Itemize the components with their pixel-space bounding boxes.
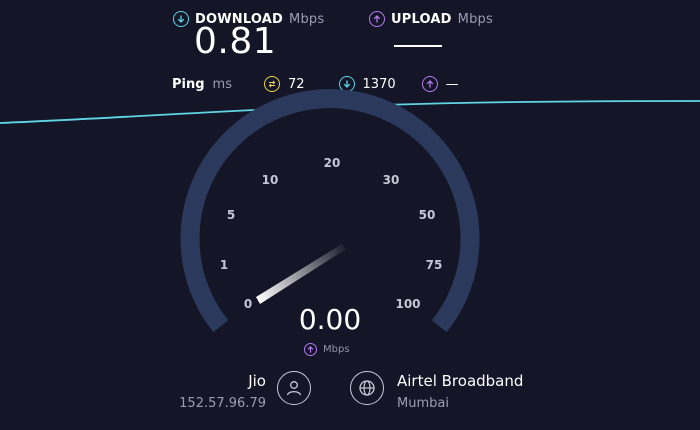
isp-ip-address: 152.57.96.79 bbox=[179, 396, 266, 411]
gauge-tick-label: 100 bbox=[395, 297, 420, 311]
gauge-tick-label: 0 bbox=[244, 297, 252, 311]
gauge-tick-label: 30 bbox=[383, 173, 400, 187]
upload-arrow-icon bbox=[304, 343, 317, 356]
gauge-tick-label: 1 bbox=[220, 258, 228, 272]
gauge-tick-label: 50 bbox=[419, 208, 436, 222]
user-icon bbox=[286, 381, 302, 396]
speed-gauge: 0 1 5 10 20 30 50 75 100 bbox=[0, 89, 700, 333]
current-speed-unit: Mbps bbox=[304, 343, 350, 356]
current-speed-value: 0.00 bbox=[298, 303, 362, 336]
isp-name: Jio bbox=[248, 372, 266, 390]
gauge-tick-label: 20 bbox=[324, 156, 341, 170]
gauge-needle bbox=[256, 244, 346, 304]
gauge-tick-label: 5 bbox=[227, 208, 235, 222]
speedtest-screen: DOWNLOAD Mbps 0.81 UPLOAD Mbps Ping ms 7… bbox=[0, 0, 700, 430]
server-name[interactable]: Airtel Broadband bbox=[397, 372, 523, 390]
user-profile-button[interactable] bbox=[277, 371, 311, 405]
change-server-button[interactable] bbox=[350, 371, 384, 405]
gauge-tick-label: 10 bbox=[262, 173, 279, 187]
current-speed-unit-label: Mbps bbox=[323, 344, 350, 355]
gauge-tick-label: 75 bbox=[426, 258, 443, 272]
server-location: Mumbai bbox=[397, 396, 449, 411]
globe-icon bbox=[359, 380, 375, 396]
